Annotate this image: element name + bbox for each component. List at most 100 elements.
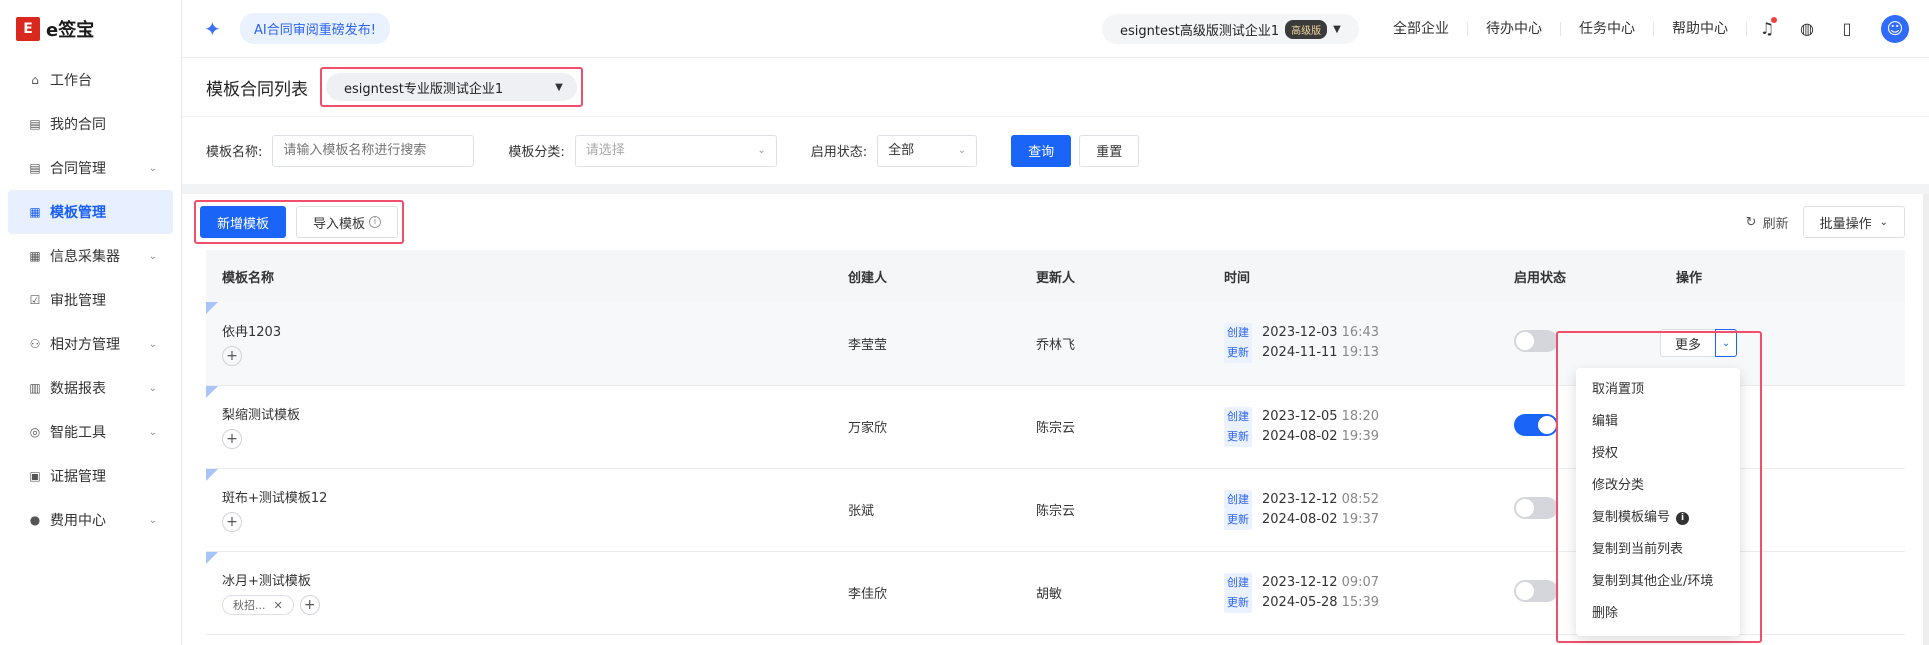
template-name-input[interactable] xyxy=(272,134,475,167)
chevron-down-icon[interactable]: ⌄ xyxy=(1715,329,1738,358)
link-task-center[interactable]: 任务中心 xyxy=(1561,22,1654,36)
updated-tag: 更新 xyxy=(1224,592,1252,613)
more-button-group[interactable]: 更多 ⌄ xyxy=(1660,329,1738,358)
globe-icon[interactable]: ◍ xyxy=(1797,19,1817,39)
menu-item-label: 编辑 xyxy=(1592,414,1619,429)
more-button[interactable]: 更多 xyxy=(1660,329,1716,358)
chevron-down-icon: ⌄ xyxy=(148,250,157,262)
sidebar-item-label: 我的合同 xyxy=(50,117,106,133)
brand-name: e签宝 xyxy=(46,20,95,41)
user-avatar[interactable]: ☺ xyxy=(1881,15,1909,43)
menu-item-label: 复制到当前列表 xyxy=(1592,542,1684,557)
chevron-down-icon: ⌄ xyxy=(148,426,157,438)
template-name[interactable]: 依冉1203 xyxy=(222,321,832,340)
sidebar-item-4[interactable]: ▦ 信息采集器 ⌄ xyxy=(8,234,173,278)
chevron-down-icon: ⌄ xyxy=(148,382,157,394)
sidebar-item-0[interactable]: ⌂ 工作台 xyxy=(8,58,173,102)
menu-item-label: 复制模板编号 xyxy=(1592,510,1671,525)
page-title: 模板合同列表 xyxy=(206,79,308,100)
template-name[interactable]: 斑布+测试模板12 xyxy=(222,487,832,506)
search-button[interactable]: 查询 xyxy=(1011,134,1072,167)
add-tag-icon[interactable]: + xyxy=(222,512,242,532)
import-template-label: 导入模板 xyxy=(313,216,366,232)
add-tag-icon[interactable]: + xyxy=(222,429,242,449)
menu-item-3[interactable]: 修改分类 xyxy=(1576,470,1740,502)
sidebar-item-1[interactable]: ▤ 我的合同 xyxy=(8,102,173,146)
updated-tag: 更新 xyxy=(1224,509,1252,530)
menu-item-2[interactable]: 授权 xyxy=(1576,438,1740,470)
add-template-button[interactable]: 新增模板 xyxy=(200,206,287,238)
sidebar-item-8[interactable]: ◎ 智能工具 ⌄ xyxy=(8,410,173,454)
column-header-actions: 操作 xyxy=(1660,250,1905,302)
updated-date: 2024-05-28 xyxy=(1262,594,1338,610)
template-name-cell: 依冉1203 + xyxy=(206,302,832,385)
status-select[interactable]: 全部 ⌄ xyxy=(877,134,978,167)
template-icon: ▦ xyxy=(29,205,41,219)
menu-item-1[interactable]: 编辑 xyxy=(1576,406,1740,438)
sidebar-item-10[interactable]: ● 费用中心 ⌄ xyxy=(8,498,173,542)
menu-item-6[interactable]: 复制到其他企业/环境 xyxy=(1576,566,1740,598)
menu-item-4[interactable]: 复制模板编号 i xyxy=(1576,502,1740,534)
sidebar-item-label: 合同管理 xyxy=(50,161,106,177)
enable-toggle[interactable] xyxy=(1514,330,1558,353)
created-clock: 08:52 xyxy=(1341,491,1380,507)
sidebar-item-label: 智能工具 xyxy=(50,425,106,441)
pinned-corner-icon xyxy=(206,302,218,314)
enterprise-select-value: esigntest专业版测试企业1 xyxy=(344,81,504,97)
import-template-button[interactable]: 导入模板 i xyxy=(296,206,399,238)
template-tag[interactable]: 秋招... ✕ xyxy=(222,595,294,615)
sidebar-item-5[interactable]: ☑ 审批管理 xyxy=(8,278,173,322)
sidebar-item-9[interactable]: ▣ 证据管理 xyxy=(8,454,173,498)
ai-announcement-pill[interactable]: AI合同审阅重磅发布! xyxy=(240,13,390,44)
chevron-down-icon: ⌄ xyxy=(957,144,967,156)
updater-cell: 陈宗云 xyxy=(1036,504,1076,519)
enterprise-select-highlight: esigntest专业版测试企业1 ▼ xyxy=(320,67,583,107)
menu-item-5[interactable]: 复制到当前列表 xyxy=(1576,534,1740,566)
brand-logo[interactable]: E e签宝 xyxy=(0,0,181,58)
reset-button[interactable]: 重置 xyxy=(1079,134,1140,167)
sidebar-item-label: 数据报表 xyxy=(50,381,106,397)
sidebar-item-label: 信息采集器 xyxy=(50,249,120,265)
sidebar-item-2[interactable]: ▤ 合同管理 ⌄ xyxy=(8,146,173,190)
sidebar-item-6[interactable]: ⚇ 相对方管理 ⌄ xyxy=(8,322,173,366)
enable-toggle[interactable] xyxy=(1514,413,1558,436)
link-help-center[interactable]: 帮助中心 xyxy=(1654,22,1747,36)
template-name-cell: 斑布+测试模板12 + xyxy=(206,468,832,551)
menu-item-0[interactable]: 取消置顶 xyxy=(1576,374,1740,406)
add-tag-icon[interactable]: + xyxy=(299,595,320,615)
enterprise-select[interactable]: esigntest专业版测试企业1 ▼ xyxy=(326,73,577,101)
enable-toggle[interactable] xyxy=(1514,579,1558,602)
close-icon[interactable]: ✕ xyxy=(274,599,283,612)
add-tag-icon[interactable]: + xyxy=(222,345,242,366)
batch-operations-button[interactable]: 批量操作 ⌄ xyxy=(1802,206,1905,238)
bookmark-icon[interactable]: ▯ xyxy=(1837,19,1857,39)
template-category-select[interactable]: 请选择 ⌄ xyxy=(574,134,777,167)
scrollbar[interactable] xyxy=(1923,194,1929,645)
link-all-enterprises[interactable]: 全部企业 xyxy=(1375,22,1468,36)
ai-announcement[interactable]: ✦ AI合同审阅重磅发布! xyxy=(204,13,390,44)
sidebar-item-7[interactable]: ▥ 数据报表 ⌄ xyxy=(8,366,173,410)
sidebar-item-3[interactable]: ▦ 模板管理 xyxy=(8,190,173,234)
link-todo-center[interactable]: 待办中心 xyxy=(1468,22,1561,36)
template-name[interactable]: 冰月+测试模板 xyxy=(222,570,832,589)
time-cell: 创建 2023-12-12 08:52 更新 2024-08-02 19:37 xyxy=(1208,468,1498,551)
template-name[interactable]: 梨缩测试模板 xyxy=(222,404,832,423)
chevron-down-icon: ⌄ xyxy=(1879,216,1888,228)
org-switcher[interactable]: esigntest高级版测试企业1 高级版 ▼ xyxy=(1102,14,1359,44)
time-cell: 创建 2023-12-03 16:43 更新 2024-11-11 19:13 xyxy=(1208,302,1498,385)
created-date: 2023-12-12 xyxy=(1262,574,1338,590)
refresh-button[interactable]: ↻ 刷新 xyxy=(1746,213,1789,232)
toolbar-right: ↻ 刷新 批量操作 ⌄ xyxy=(1746,206,1905,238)
updater-cell: 陈宗云 xyxy=(1036,421,1076,436)
created-tag: 创建 xyxy=(1224,323,1252,344)
caret-down-icon: ▼ xyxy=(555,81,563,93)
template-category-label: 模板分类: xyxy=(508,145,565,160)
menu-item-7[interactable]: 删除 xyxy=(1576,598,1740,630)
version-badge: 高级版 xyxy=(1285,19,1328,39)
billing-icon: ● xyxy=(29,513,41,527)
bell-icon[interactable]: ♫ xyxy=(1757,17,1777,39)
enable-toggle[interactable] xyxy=(1514,496,1558,519)
top-links: 全部企业 待办中心 任务中心 帮助中心 ♫ ◍ ▯ ☺ xyxy=(1375,0,1929,58)
report-icon: ▥ xyxy=(29,381,41,395)
created-time: 创建 2023-12-03 16:43 xyxy=(1224,323,1498,344)
